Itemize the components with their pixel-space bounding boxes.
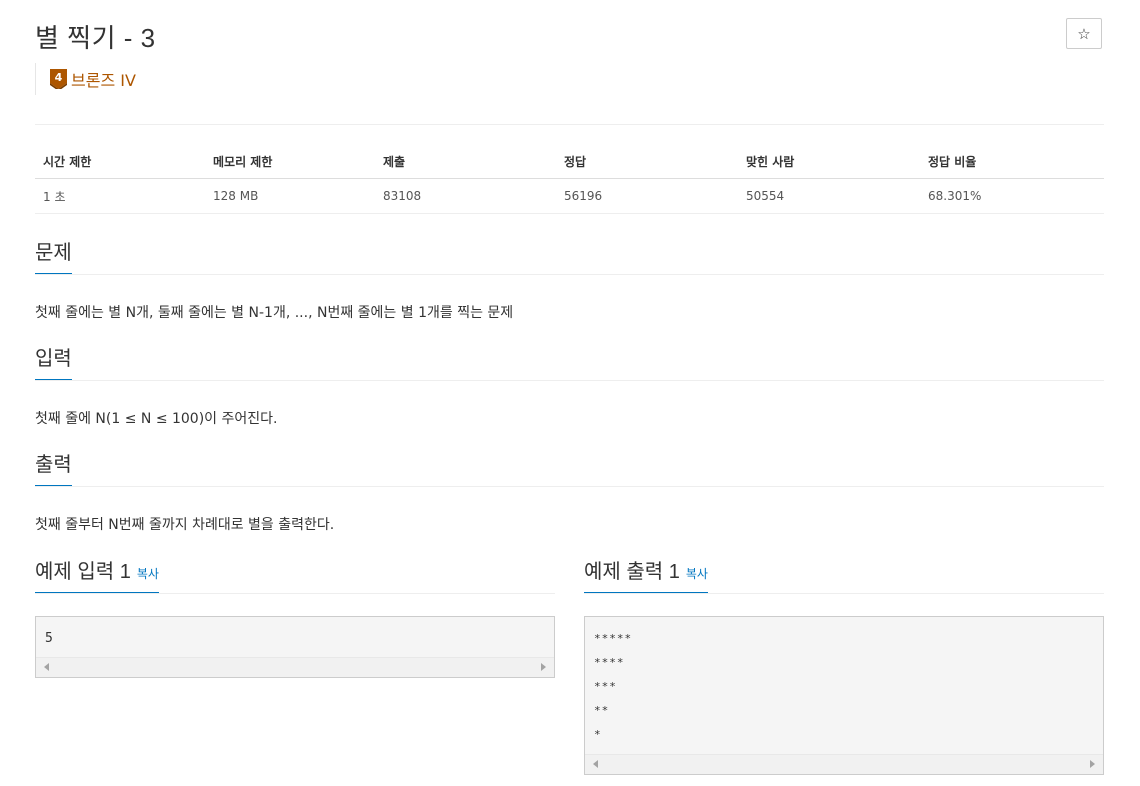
tier-info: 4 브론즈 IV [35, 63, 136, 95]
info-value-row: 1 초 128 MB 83108 56196 50554 68.301% [35, 178, 1104, 214]
problem-section-header: 문제 [35, 241, 1104, 275]
scroll-right-arrow-icon[interactable] [541, 663, 546, 671]
sample-output-line: ***** [594, 632, 633, 645]
divider [35, 124, 1104, 125]
sample-output-line: **** [594, 656, 625, 669]
copy-sample-input-button[interactable]: 복사 [137, 567, 159, 581]
value-time-limit: 1 초 [35, 178, 205, 214]
sample-output-content: ***** **** *** ** * [585, 617, 1103, 747]
sample-output-title-text: 예제 출력 1 [584, 561, 680, 583]
scroll-left-arrow-icon[interactable] [44, 663, 49, 671]
favorite-button[interactable]: ☆ [1066, 18, 1102, 49]
header-submissions: 제출 [375, 145, 556, 179]
sample-input-header: 예제 입력 1 복사 [35, 560, 555, 594]
sample-output-line: ** [594, 704, 610, 717]
tier-badge-icon: 4 [50, 69, 67, 89]
info-header-row: 시간 제한 메모리 제한 제출 정답 맞힌 사람 정답 비율 [35, 145, 1104, 179]
input-description: 첫째 줄에 N(1 ≤ N ≤ 100)이 주어진다. [35, 411, 278, 427]
scroll-left-arrow-icon[interactable] [593, 760, 598, 768]
header-memory-limit: 메모리 제한 [205, 145, 375, 179]
value-submissions[interactable]: 83108 [375, 178, 556, 214]
sample-input-content: 5 [45, 631, 53, 646]
sample-input-title-text: 예제 입력 1 [35, 561, 131, 583]
value-memory-limit: 128 MB [205, 178, 375, 214]
tier-label-link[interactable]: 브론즈 IV [71, 67, 136, 91]
star-icon: ☆ [1077, 24, 1091, 43]
page-title: 별 찍기 - 3 [35, 23, 156, 53]
value-solved-users[interactable]: 50554 [738, 178, 920, 214]
problem-info-table: 시간 제한 메모리 제한 제출 정답 맞힌 사람 정답 비율 1 초 128 M… [35, 145, 1104, 214]
value-accept-ratio: 68.301% [920, 178, 1104, 214]
sample-output-line: * [594, 728, 602, 741]
sample-output-title: 예제 출력 1 복사 [584, 560, 708, 593]
header-accept-ratio: 정답 비율 [920, 145, 1104, 179]
sample-output-scrollbar[interactable] [585, 754, 1103, 774]
scroll-right-arrow-icon[interactable] [1090, 760, 1095, 768]
problem-description: 첫째 줄에는 별 N개, 둘째 줄에는 별 N-1개, ..., N번째 줄에는… [35, 305, 514, 321]
value-accepted[interactable]: 56196 [556, 178, 738, 214]
output-section-header: 출력 [35, 453, 1104, 487]
header-accepted: 정답 [556, 145, 738, 179]
sample-input-title: 예제 입력 1 복사 [35, 560, 159, 593]
input-section-title: 입력 [35, 347, 72, 380]
input-section-header: 입력 [35, 347, 1104, 381]
sample-output-header: 예제 출력 1 복사 [584, 560, 1104, 594]
copy-sample-output-button[interactable]: 복사 [686, 567, 708, 581]
tier-level: 4 [54, 71, 63, 84]
output-description: 첫째 줄부터 N번째 줄까지 차례대로 별을 출력한다. [35, 517, 335, 533]
sample-output-line: *** [594, 680, 617, 693]
sample-input-box[interactable]: 5 [35, 616, 555, 678]
sample-input-scrollbar[interactable] [36, 657, 554, 677]
header-time-limit: 시간 제한 [35, 145, 205, 179]
header-solved-users: 맞힌 사람 [738, 145, 920, 179]
problem-section-title: 문제 [35, 241, 72, 274]
sample-output-box[interactable]: ***** **** *** ** * [584, 616, 1104, 775]
output-section-title: 출력 [35, 453, 72, 486]
